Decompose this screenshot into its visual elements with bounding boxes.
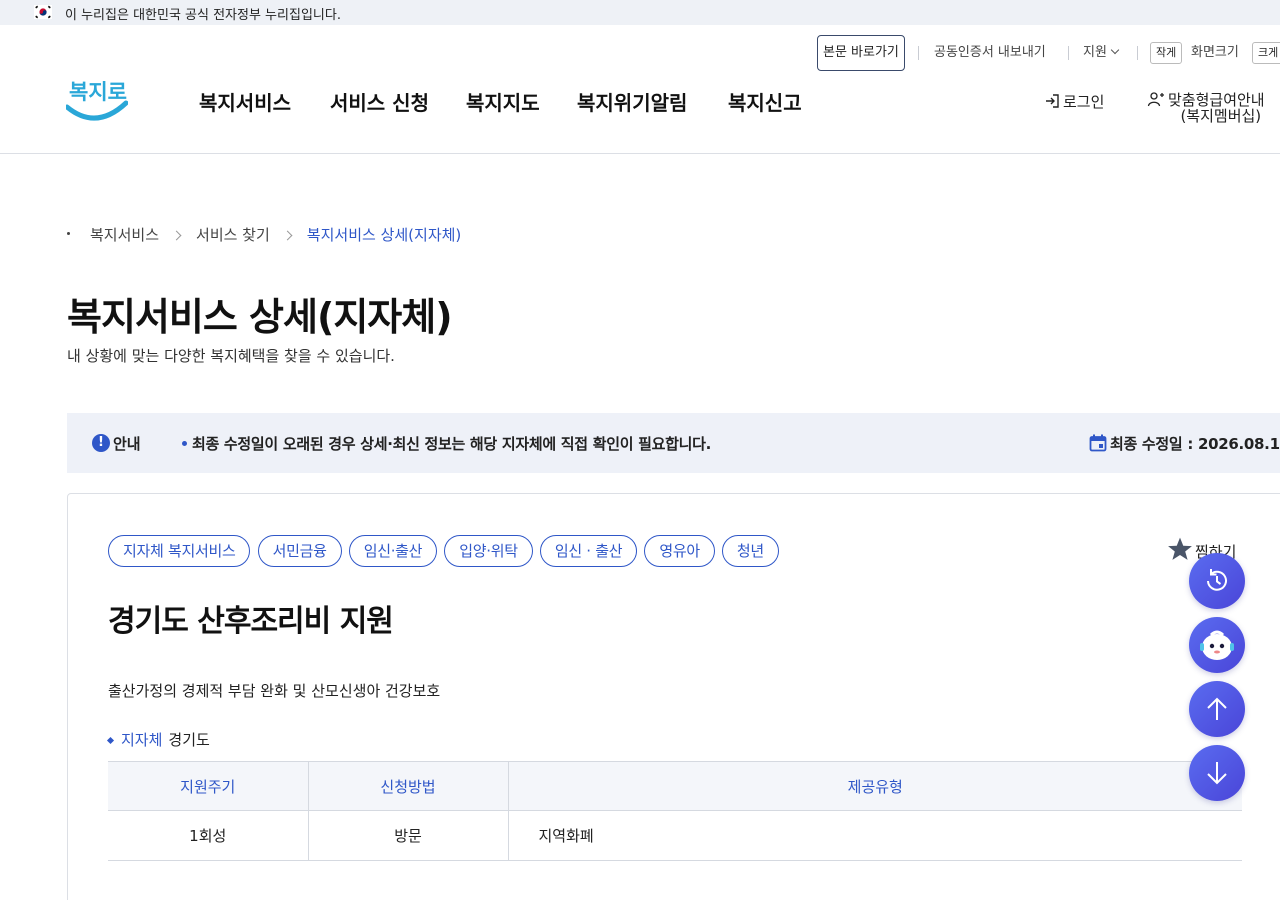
table-cell: 지역화폐 [507, 810, 1242, 861]
site-header: 본문 바로가기 공동인증서 내보내기 지원 작게 화면크기 크게 복지로 복지서… [0, 25, 1280, 154]
chatbot-button[interactable] [1189, 617, 1245, 673]
arrow-up-icon [1207, 697, 1227, 720]
breadcrumb: 복지서비스 서비스 찾기 복지서비스 상세(지자체) [67, 224, 461, 245]
table-row: 1회성 방문 지역화폐 [108, 810, 1242, 861]
region-label: 지자체 [121, 731, 163, 749]
chatbot-icon [1200, 630, 1234, 660]
breadcrumb-home-dot [67, 232, 70, 235]
chevron-right-icon [171, 230, 182, 241]
service-info-table: 지원주기 신청방법 제공유형 1회성 방문 지역화폐 [108, 761, 1242, 861]
skip-to-content-button[interactable]: 본문 바로가기 [817, 35, 905, 71]
divider [918, 46, 919, 60]
service-title: 경기도 산후조리비 지원 [108, 604, 394, 639]
font-size-big-button[interactable]: 크게 [1252, 42, 1280, 64]
diamond-bullet-icon [106, 736, 115, 745]
region-value: 경기도 [168, 731, 210, 749]
nav-service-apply[interactable]: 서비스 신청 [330, 87, 429, 116]
star-icon [1168, 537, 1192, 560]
membership-label-line2: (복지멤버십) [1180, 107, 1262, 125]
table-cell: 방문 [307, 810, 508, 861]
breadcrumb-item[interactable]: 복지서비스 [90, 226, 159, 244]
font-size-small-button[interactable]: 작게 [1150, 42, 1183, 64]
divider [1137, 46, 1138, 60]
login-button[interactable]: 로그인 [1044, 91, 1104, 112]
tag-chip[interactable]: 입양·위탁 [444, 535, 533, 567]
gov-banner-text: 이 누리집은 대한민국 공식 전자정부 누리집입니다. [65, 8, 341, 23]
table-header-cell: 신청방법 [307, 761, 508, 811]
tag-chip[interactable]: 임신·출산 [348, 535, 438, 567]
cert-export-link[interactable]: 공동인증서 내보내기 [934, 35, 1046, 71]
breadcrumb-item[interactable]: 서비스 찾기 [196, 226, 270, 244]
alert-icon: ! [92, 434, 110, 452]
table-cell: 1회성 [108, 810, 308, 861]
korea-flag-icon [34, 5, 52, 19]
add-user-icon [1147, 92, 1164, 107]
notice-bar: ! 안내 최종 수정일이 오래된 경우 상세·최신 정보는 해당 지자체에 직접… [67, 413, 1280, 473]
bullet-dot [182, 441, 187, 446]
calendar-icon [1089, 434, 1107, 452]
tag-chip[interactable]: 임신 · 출산 [539, 535, 638, 567]
support-label: 지원 [1083, 45, 1107, 60]
scroll-down-button[interactable] [1189, 745, 1245, 801]
support-dropdown[interactable]: 지원 [1083, 35, 1120, 71]
chevron-right-icon [282, 230, 293, 241]
gov-banner: 이 누리집은 대한민국 공식 전자정부 누리집입니다. [0, 0, 1280, 25]
service-card: 지자체 복지서비스 서민금융 임신·출산 입양·위탁 임신 · 출산 영유아 청… [67, 493, 1280, 900]
recent-history-icon [1207, 569, 1227, 591]
nav-welfare-map[interactable]: 복지지도 [466, 87, 540, 116]
table-header-cell: 지원주기 [108, 761, 308, 811]
nav-crisis-alert[interactable]: 복지위기알림 [577, 87, 687, 116]
tag-list: 지자체 복지서비스 서민금융 임신·출산 입양·위탁 임신 · 출산 영유아 청… [108, 535, 781, 567]
breadcrumb-current: 복지서비스 상세(지자체) [306, 226, 462, 244]
membership-link[interactable]: 맞춤형급여안내 (복지멤버십) [1147, 91, 1265, 124]
tag-chip[interactable]: 영유아 [644, 535, 715, 567]
notice-message: 최종 수정일이 오래된 경우 상세·최신 정보는 해당 지자체에 직접 확인이 … [192, 435, 712, 453]
page-title: 복지서비스 상세(지자체) [67, 295, 453, 339]
tag-chip[interactable]: 지자체 복지서비스 [108, 535, 251, 567]
table-header-row: 지원주기 신청방법 제공유형 [108, 761, 1242, 811]
divider [1068, 46, 1069, 60]
font-size-label: 화면크기 [1191, 45, 1239, 60]
tag-chip[interactable]: 서민금융 [257, 535, 342, 567]
scroll-up-button[interactable] [1189, 681, 1245, 737]
table-header-cell: 제공유형 [507, 761, 1242, 811]
tag-chip[interactable]: 청년 [721, 535, 779, 567]
region-row: 지자체 경기도 [106, 729, 210, 750]
notice-label: 안내 [113, 435, 141, 453]
recent-history-button[interactable] [1189, 553, 1245, 609]
last-modified-date: 최종 수정일 : 2026.08.19 [1110, 435, 1280, 453]
bokjiro-logo[interactable]: 복지로 [66, 73, 128, 125]
login-label: 로그인 [1063, 93, 1105, 111]
chevron-down-icon [1110, 45, 1120, 55]
login-icon [1046, 94, 1059, 108]
service-description: 출산가정의 경제적 부담 완화 및 산모신생아 건강보호 [108, 682, 441, 700]
page-subtitle: 내 상황에 맞는 다양한 복지혜택을 찾을 수 있습니다. [67, 347, 395, 365]
arrow-down-icon [1207, 762, 1227, 785]
nav-welfare-services[interactable]: 복지서비스 [199, 87, 291, 116]
nav-welfare-report[interactable]: 복지신고 [728, 87, 802, 116]
logo-text: 복지로 [69, 80, 127, 104]
